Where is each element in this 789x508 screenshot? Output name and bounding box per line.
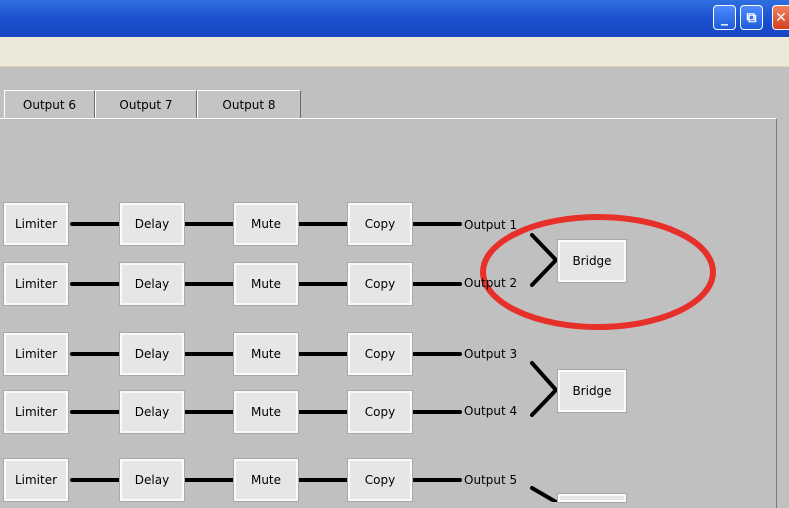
mute-button-1[interactable]: Mute bbox=[234, 203, 298, 245]
limiter-button-3[interactable]: Limiter bbox=[4, 333, 68, 375]
limiter-button-5[interactable]: Limiter bbox=[4, 459, 68, 501]
delay-button-2[interactable]: Delay bbox=[120, 263, 184, 305]
limiter-button-4[interactable]: Limiter bbox=[4, 391, 68, 433]
mute-button-3[interactable]: Mute bbox=[234, 333, 298, 375]
mute-button-5[interactable]: Mute bbox=[234, 459, 298, 501]
mute-button-4[interactable]: Mute bbox=[234, 391, 298, 433]
bridge-button-1-2[interactable]: Bridge bbox=[558, 240, 626, 282]
limiter-button-1[interactable]: Limiter bbox=[4, 203, 68, 245]
delay-button-1[interactable]: Delay bbox=[120, 203, 184, 245]
delay-button-3[interactable]: Delay bbox=[120, 333, 184, 375]
output-label-1: Output 1 bbox=[464, 218, 518, 232]
limiter-button-2[interactable]: Limiter bbox=[4, 263, 68, 305]
mute-button-2[interactable]: Mute bbox=[234, 263, 298, 305]
delay-button-4[interactable]: Delay bbox=[120, 391, 184, 433]
output-label-2: Output 2 bbox=[464, 276, 518, 290]
output-label-5: Output 5 bbox=[464, 473, 518, 487]
copy-button-4[interactable]: Copy bbox=[348, 391, 412, 433]
bridge-button-5-6[interactable] bbox=[558, 494, 626, 502]
copy-button-1[interactable]: Copy bbox=[348, 203, 412, 245]
copy-button-3[interactable]: Copy bbox=[348, 333, 412, 375]
output-label-3: Output 3 bbox=[464, 347, 518, 361]
copy-button-5[interactable]: Copy bbox=[348, 459, 412, 501]
bridge-button-3-4[interactable]: Bridge bbox=[558, 370, 626, 412]
delay-button-5[interactable]: Delay bbox=[120, 459, 184, 501]
copy-button-2[interactable]: Copy bbox=[348, 263, 412, 305]
output-label-4: Output 4 bbox=[464, 404, 518, 418]
